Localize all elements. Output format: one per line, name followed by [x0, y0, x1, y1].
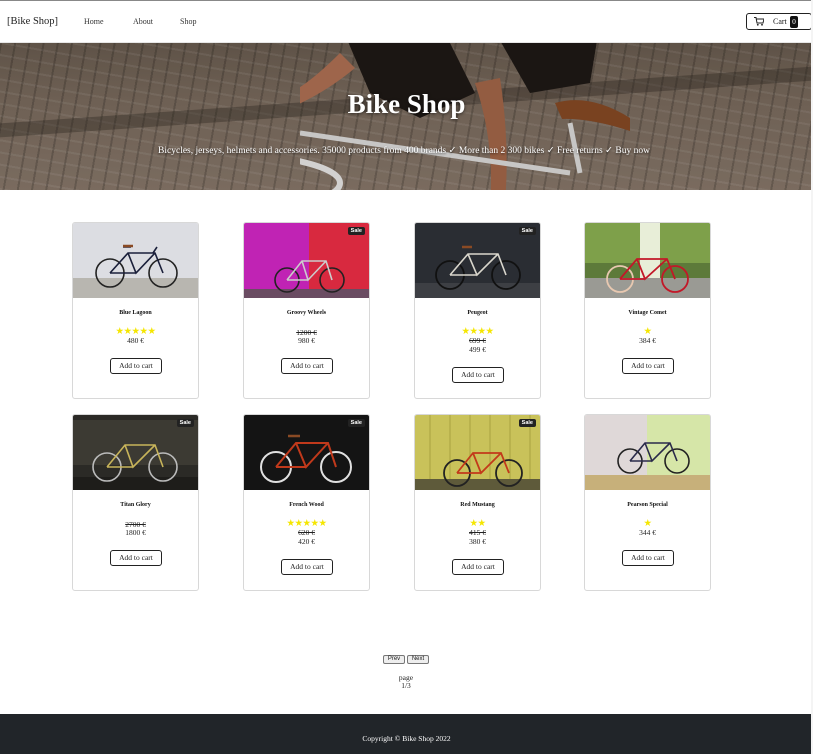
next-page-button[interactable]: Next [407, 655, 429, 664]
nav-home[interactable]: Home [84, 17, 104, 26]
product-price: 344 € [639, 528, 656, 537]
product-name[interactable]: French Wood [244, 502, 369, 508]
cart-count-badge: 0 [790, 16, 798, 28]
product-price: 480 € [127, 336, 144, 345]
product-name[interactable]: Blue Lagoon [73, 310, 198, 316]
product-name[interactable]: Red Mustang [415, 502, 540, 508]
product-price: 420 € [298, 537, 315, 546]
product-name[interactable]: Peugeot [415, 310, 540, 316]
navbar: [Bike Shop] Home About Shop Cart 0 [0, 1, 813, 43]
product-image[interactable] [585, 223, 710, 298]
cart-label: Cart [773, 17, 787, 26]
product-name[interactable]: Groovy Wheels [244, 310, 369, 316]
product-card: Sale French Wood ★★★★★ 620 € 420 € Add t… [243, 414, 370, 591]
add-to-cart-button[interactable]: Add to cart [110, 358, 162, 374]
cart-icon [754, 17, 764, 26]
add-to-cart-button[interactable]: Add to cart [452, 559, 504, 575]
footer: Copyright © Bike Shop 2022 [0, 714, 813, 754]
brand-logo[interactable]: [Bike Shop] [7, 16, 58, 27]
add-to-cart-button[interactable]: Add to cart [281, 559, 333, 575]
product-card: Blue Lagoon ★★★★★ 480 € Add to cart [72, 222, 199, 399]
product-card: Sale Peugeot ★★★★ 699 € 499 € Add to car… [414, 222, 541, 399]
product-old-price: 699 € [469, 336, 486, 345]
page-indicator: 1/3 [401, 681, 411, 690]
product-card: Pearson Special ★ 344 € Add to cart [584, 414, 711, 591]
sale-badge: Sale [347, 419, 365, 427]
hero-banner: Bike Shop Bicycles, jerseys, helmets and… [0, 43, 813, 190]
product-card: Vintage Comet ★ 384 € Add to cart [584, 222, 711, 399]
product-price: 380 € [469, 537, 486, 546]
add-to-cart-button[interactable]: Add to cart [281, 358, 333, 374]
product-old-price: 620 € [298, 528, 315, 537]
add-to-cart-button[interactable]: Add to cart [452, 367, 504, 383]
product-name[interactable]: Titan Glory [73, 502, 198, 508]
sale-badge: Sale [176, 419, 194, 427]
product-card: Sale Red Mustang ★★ 415 € 380 € Add to c… [414, 414, 541, 591]
product-card: Sale Titan Glory 2700 € 1800 € Add to ca… [72, 414, 199, 591]
add-to-cart-button[interactable]: Add to cart [622, 550, 674, 566]
product-image[interactable] [585, 415, 710, 490]
product-price: 499 € [469, 345, 486, 354]
copyright-text: Copyright © Bike Shop 2022 [362, 734, 451, 743]
cart-button[interactable]: Cart 0 [746, 13, 812, 30]
product-price: 384 € [639, 336, 656, 345]
sale-badge: Sale [518, 227, 536, 235]
sale-badge: Sale [347, 227, 365, 235]
product-image[interactable] [73, 223, 198, 298]
hero-subtitle: Bicycles, jerseys, helmets and accessori… [158, 146, 650, 156]
prev-page-button[interactable]: Prev [383, 655, 405, 664]
product-old-price: 415 € [469, 528, 486, 537]
product-card: Sale Groovy Wheels 1200 € 980 € Add to c… [243, 222, 370, 399]
nav-about[interactable]: About [133, 17, 153, 26]
sale-badge: Sale [518, 419, 536, 427]
hero-title: Bike Shop [347, 89, 466, 119]
add-to-cart-button[interactable]: Add to cart [622, 358, 674, 374]
product-name[interactable]: Pearson Special [585, 502, 710, 508]
nav-shop[interactable]: Shop [180, 17, 196, 26]
product-name[interactable]: Vintage Comet [585, 310, 710, 316]
add-to-cart-button[interactable]: Add to cart [110, 550, 162, 566]
product-price: 980 € [298, 336, 315, 345]
product-price: 1800 € [125, 528, 146, 537]
